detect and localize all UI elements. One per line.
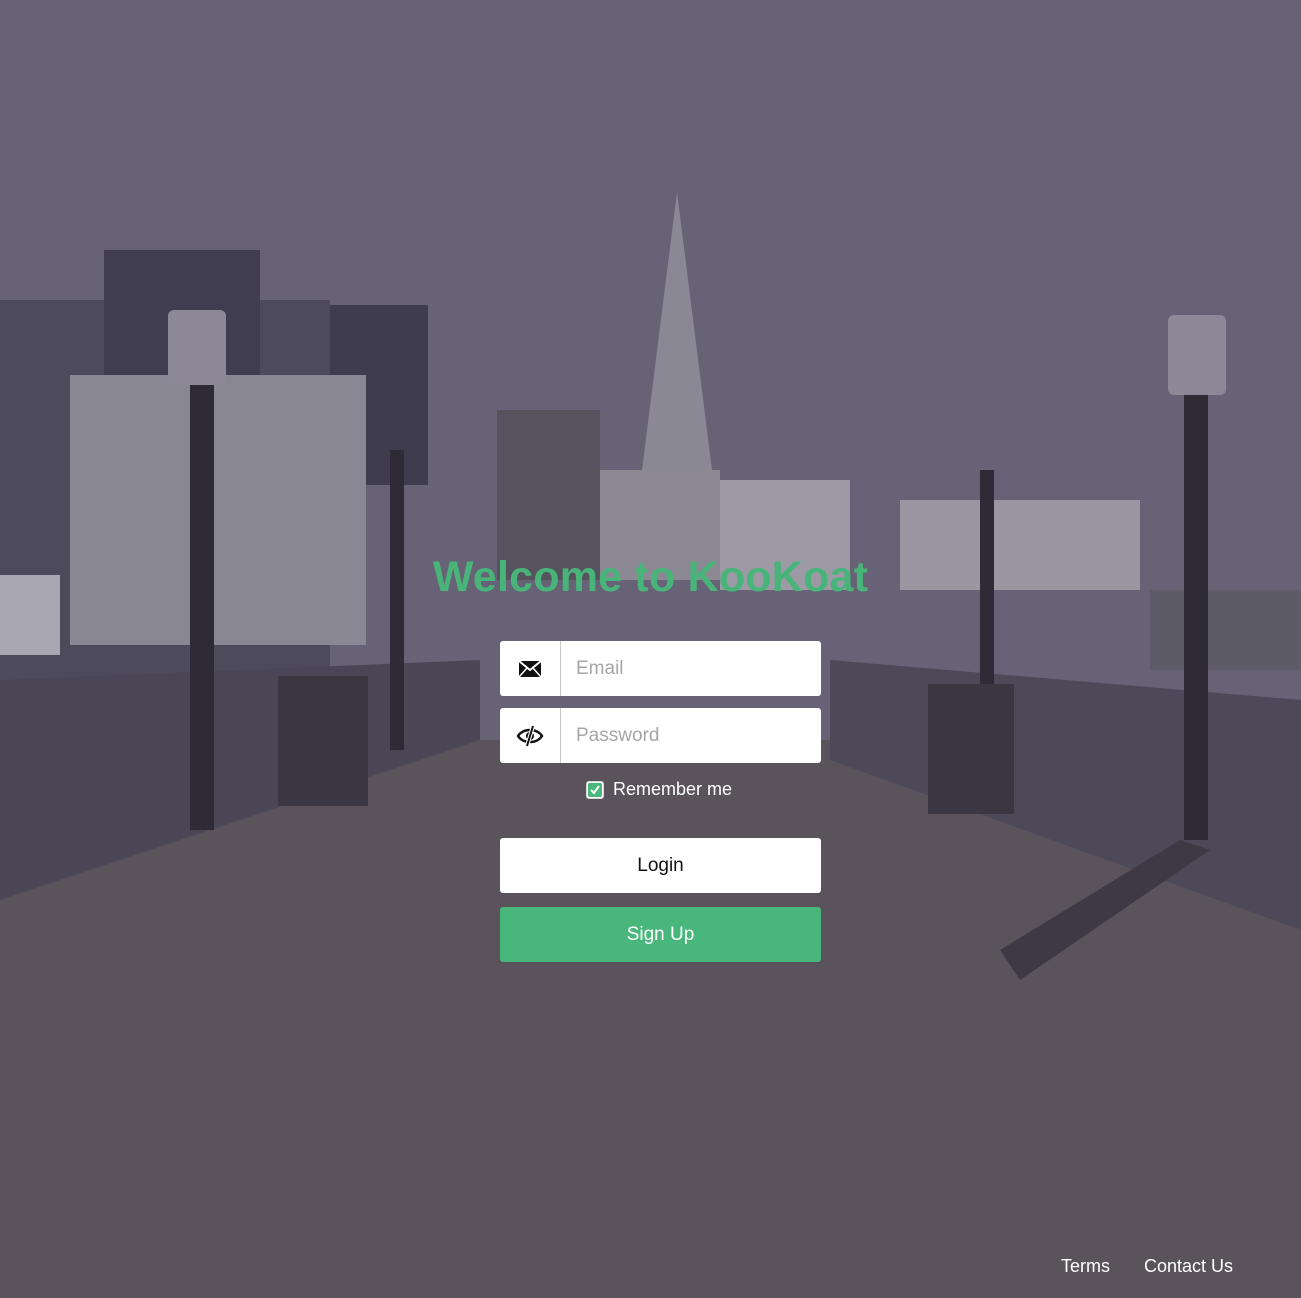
remember-me-label: Remember me <box>613 779 733 799</box>
terms-link[interactable]: Terms <box>1061 1256 1110 1277</box>
login-page: Welcome to KooKoat Email Remember me Log… <box>0 0 1301 1298</box>
contact-us-link[interactable]: Contact Us <box>1144 1256 1233 1277</box>
eye-slash-icon[interactable] <box>500 708 561 763</box>
remember-me[interactable]: Remember me <box>586 779 732 800</box>
page-title: Welcome to KooKoat <box>432 553 869 601</box>
envelope-icon <box>500 641 561 696</box>
remember-me-checkbox[interactable] <box>586 780 604 799</box>
login-button[interactable]: Login <box>500 838 821 893</box>
email-field[interactable] <box>500 641 821 696</box>
sign-up-button[interactable]: Sign Up <box>500 907 821 962</box>
password-field[interactable] <box>500 708 821 763</box>
password-input[interactable] <box>561 708 821 763</box>
email-input[interactable] <box>561 641 821 696</box>
check-icon <box>588 782 602 797</box>
